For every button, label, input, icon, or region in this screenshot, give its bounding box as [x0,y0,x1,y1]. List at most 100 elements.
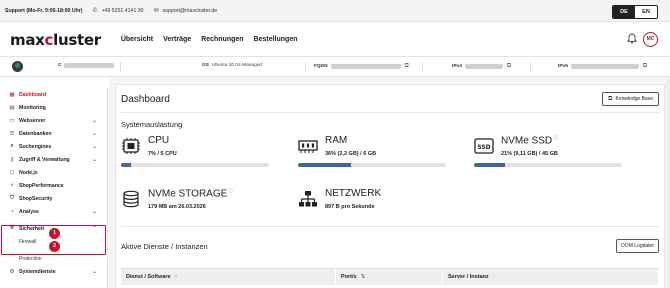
phone-number: +49 5251 4141 30 [101,7,144,14]
analysis-icon: ◔ [10,208,14,215]
logo[interactable]: maxcluster [10,31,101,49]
main-nav: maxcluster Übersicht Verträge Rechnungen… [0,23,670,57]
sidebar-item-label: Node.js [19,169,38,176]
sidebar-item-label: Datenbanken [19,130,52,137]
sidebar-item-dashboard[interactable]: ▦ Dashboard [0,88,107,101]
cpu-icon [122,138,140,154]
resource-value: 897 B pro Sekunde [325,204,375,210]
phone-link[interactable]: ✆ +49 5251 4141 30 [92,7,144,15]
main-content: Dashboard ⧉ Knowledge Base Systemauslast… [109,77,670,288]
bell-icon[interactable] [627,33,637,47]
fqdn-info: FQDN ⧉ [314,63,409,70]
network-icon [299,191,317,207]
nav-link-uebersicht[interactable]: Übersicht [121,36,153,43]
sidebar: ▦ Dashboard ▤ Monitoring ▭ Webserver ⌄ ☰… [0,88,108,288]
chevron-down-icon: ⌄ [91,144,97,150]
support-hours: Support (Mo-Fr, 9:00-18:00 Uhr) [5,7,83,14]
monitoring-icon: ▤ [9,104,15,111]
external-link-icon: ⧉ [608,95,613,102]
user-avatar[interactable]: MC [643,32,658,47]
usage-bar [121,163,269,167]
resource-nvme-ssd: SSD NVMe SSDⓘ 21% (9,11 GB) / 45 GB [474,135,624,169]
column-header-server[interactable]: Server / Instanz [443,269,659,285]
fqdn-label: FQDN [314,64,328,69]
sidebar-item-analyse[interactable]: ◔ Analyse ⌄ [0,205,107,218]
info-icon[interactable]: ⓘ [553,135,558,140]
resource-value: 36% (2,2 GB) / 6 GB [325,151,377,157]
ram-icon [298,140,318,153]
webserver-icon: ▭ [9,117,15,124]
sidebar-item-suchengines[interactable]: ⌕ Suchengines ⌄ [0,140,107,153]
column-header-port[interactable]: Port/s ⇅ [336,269,443,285]
resource-name-text: NVMe STORAGE [148,188,228,200]
ipv4-label: IPv4 [452,64,462,69]
mail-icon: ✉ [153,8,159,14]
os-label: OS [202,63,209,68]
sidebar-item-webserver[interactable]: ▭ Webserver ⌄ [0,114,107,127]
copy-icon[interactable]: ⧉ [643,63,647,70]
column-label: Port/s [341,274,357,280]
knowledge-base-button[interactable]: ⧉ Knowledge Base [602,92,659,106]
sidebar-item-label: Webserver [19,117,46,124]
resource-cpu: CPU 7% / 5 CPU [121,135,271,169]
divider [530,62,531,72]
server-info-bar: C OS Ubuntu 20.04 Managed FQDN ⧉ IPv4 ⧉ … [0,57,670,77]
sidebar-item-datenbanken[interactable]: ☰ Datenbanken ⌄ [0,127,107,140]
resource-nvme-storage: NVMe STORAGEⓘ 179 MB am 26.03.2026 [121,188,271,214]
resource-name-text: NVMe SSD [501,135,553,147]
copy-icon[interactable]: ⧉ [507,63,511,70]
resource-ram: RAM 36% (2,2 GB) / 6 GB [298,135,448,169]
step-marker-1: 1 [49,228,60,239]
scrollbar[interactable] [666,77,670,288]
column-header-dienst[interactable]: Dienst / Software ↑ [121,269,336,285]
nav-link-bestellungen[interactable]: Bestellungen [254,36,298,43]
lang-de-button[interactable]: DE [613,6,635,18]
phone-icon: ✆ [92,8,98,14]
services-table-header: Dienst / Software ↑ Port/s ⇅ Server / In… [121,268,659,285]
divider [305,62,306,72]
copy-icon[interactable]: ⧉ [405,63,409,70]
column-label: Dienst / Software [126,274,171,280]
ipv6-label: IPv6 [558,64,568,69]
svg-text:SSD: SSD [477,144,490,151]
usage-bar [298,163,446,167]
cluster-label: C [58,63,62,68]
usage-bar [474,163,622,167]
info-icon[interactable]: ⓘ [228,188,233,193]
chevron-down-icon: ⌄ [91,269,97,275]
resource-name: NETZWERK [325,188,382,199]
chevron-down-icon: ⌄ [91,157,97,163]
sidebar-item-label: Systemdienste [19,268,56,275]
divider [121,226,659,227]
services-icon: ⚙ [9,268,15,275]
sidebar-item-systemdienste[interactable]: ⚙ Systemdienste ⌄ [0,265,107,278]
sidebar-item-shopperformance[interactable]: ⚡ ShopPerformance [0,179,107,192]
knowledge-base-label: Knowledge Base [615,96,653,102]
redacted-ipv6 [570,64,639,69]
logo-part-max: max [10,30,45,49]
sidebar-item-zugriff[interactable]: ⚷ Zugriff & Verwaltung ⌄ [0,153,107,166]
cluster-info: C [58,63,115,68]
ipv4-info: IPv4 ⧉ [452,63,511,70]
support-bar: Support (Mo-Fr, 9:00-18:00 Uhr) ✆ +49 52… [0,0,670,22]
sidebar-item-monitoring[interactable]: ▤ Monitoring [0,101,107,114]
nav-link-vertraege[interactable]: Verträge [163,36,191,43]
chevron-down-icon: ⌄ [91,131,97,137]
email-link[interactable]: ✉ support@maxcluster.de [153,7,218,15]
logo-part-accent: c [44,30,54,49]
logo-part-luster: luster [53,30,101,49]
sidebar-item-shopsecurity[interactable]: ⛉ ShopSecurity [0,192,107,205]
database-icon: ☰ [9,130,15,137]
resource-name: RAM [325,135,348,146]
key-icon: ⚷ [9,156,15,163]
ssd-icon: SSD [474,138,494,154]
nav-link-rechnungen[interactable]: Rechnungen [201,36,243,43]
lang-en-button[interactable]: EN [635,6,657,18]
sidebar-item-label: ShopSecurity [19,195,53,202]
server-avatar [12,61,23,72]
email-address: support@maxcluster.de [162,7,218,14]
sidebar-item-nodejs[interactable]: ⬡ Node.js [0,166,107,179]
sidebar-item-label: Zugriff & Verwaltung [19,156,70,163]
ipv6-info: IPv6 ⧉ [558,63,647,70]
oom-logdater-button[interactable]: OOM Logdater [615,239,659,253]
